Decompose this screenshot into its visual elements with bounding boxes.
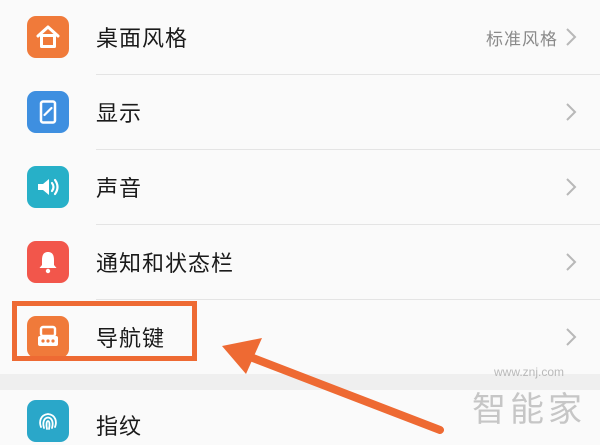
chevron-right-icon	[566, 178, 577, 196]
chevron-right-icon	[566, 28, 577, 46]
settings-item-value: 标准风格	[486, 29, 558, 50]
settings-item-label: 指纹	[96, 415, 143, 440]
bell-icon	[27, 241, 69, 283]
chevron-right-icon	[566, 103, 577, 121]
settings-item-label: 通知和状态栏	[96, 252, 235, 277]
settings-item-notifications[interactable]: 通知和状态栏	[0, 225, 600, 299]
watermark-url: www.znj.com	[493, 365, 564, 379]
settings-item-label: 桌面风格	[96, 27, 189, 52]
chevron-right-icon	[566, 328, 577, 346]
chevron-right-icon	[566, 253, 577, 271]
fingerprint-icon	[27, 400, 69, 442]
sound-icon	[27, 166, 69, 208]
settings-item-label: 声音	[96, 177, 143, 202]
settings-item-display[interactable]: 显示	[0, 75, 600, 149]
settings-screen: 桌面风格 标准风格 显示 声音 通知和状态栏 导航键 指纹 www.znj.co…	[0, 0, 600, 445]
display-icon	[27, 91, 69, 133]
home-icon	[27, 16, 69, 58]
watermark-logo: 智能家	[472, 390, 586, 430]
settings-item-label: 显示	[96, 102, 143, 127]
highlight-box	[12, 301, 197, 361]
settings-item-desktop-style[interactable]: 桌面风格 标准风格	[0, 0, 600, 74]
settings-item-sound[interactable]: 声音	[0, 150, 600, 224]
